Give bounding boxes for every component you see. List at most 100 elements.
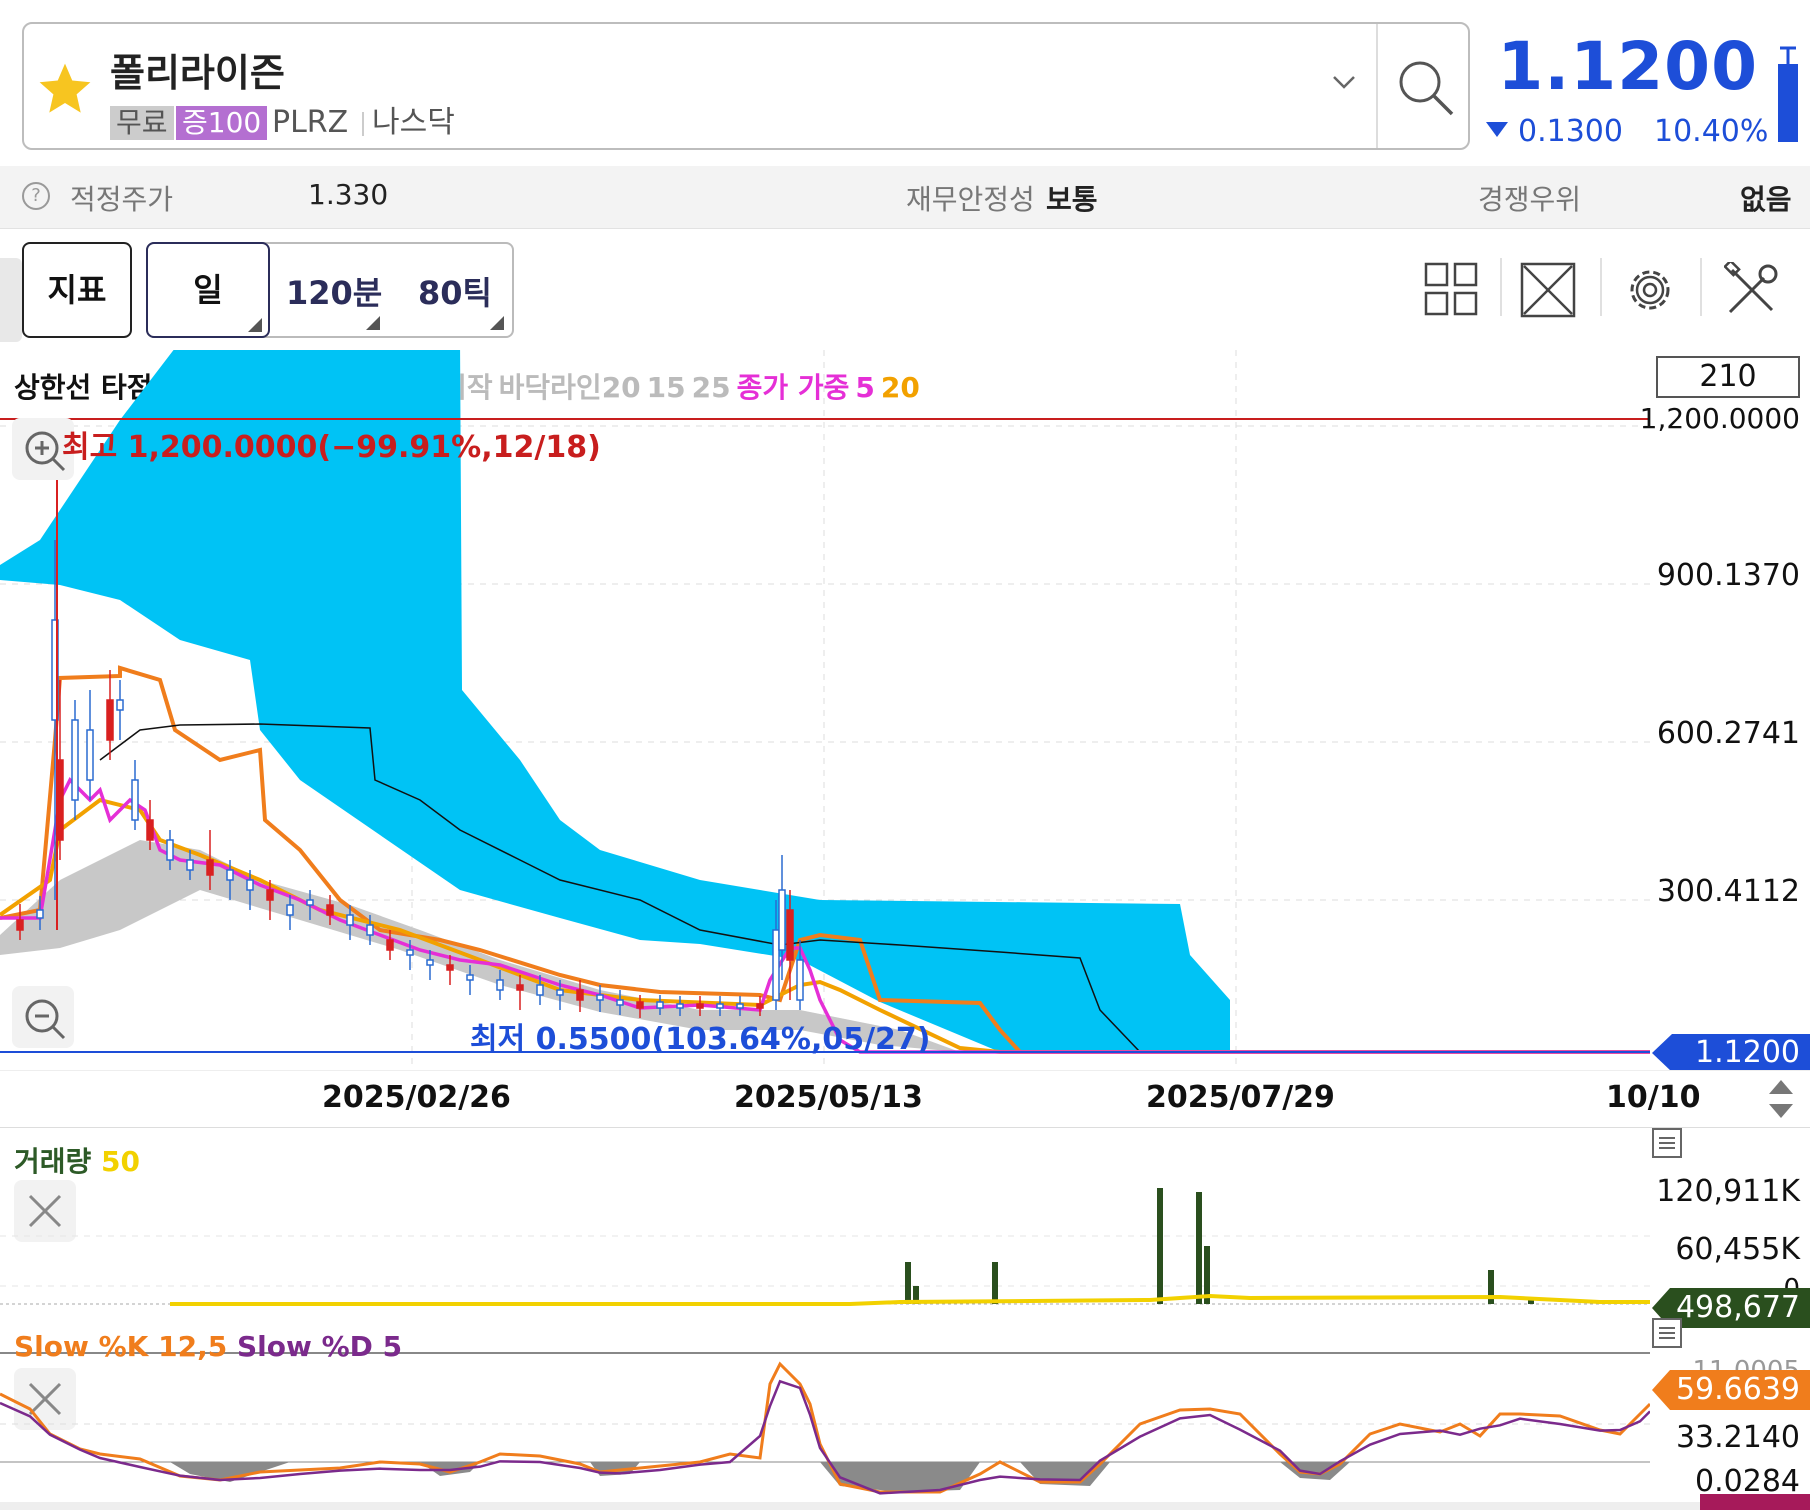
tools-icon[interactable] [1724, 262, 1780, 318]
separator [362, 112, 364, 136]
layout-grid-icon[interactable] [1424, 262, 1478, 316]
candle-body [246, 879, 254, 891]
stochastic-menu-button[interactable] [1652, 1318, 1682, 1348]
volume-bar [905, 1262, 911, 1304]
volume-y-label: 60,455K [1675, 1232, 1800, 1267]
stability-label: 재무안정성 [906, 183, 1035, 216]
stochastic-tag-text: 59.6639 [1675, 1372, 1800, 1407]
candle-body [36, 909, 44, 919]
search-icon[interactable] [1394, 56, 1458, 120]
high-price-label: 최고 1,200.0000(−99.91%,12/18) [62, 430, 601, 465]
ticker-symbol: PLRZ [272, 105, 349, 140]
candle-body [556, 989, 564, 996]
candle-body [286, 904, 294, 916]
date-label: 2025/05/13 [734, 1080, 923, 1115]
candle-body [676, 1003, 684, 1009]
menu-icon [1659, 1327, 1675, 1339]
fair-price-value: 1.330 [308, 178, 389, 211]
low-price-label: 최저 0.5500(103.64%,05/27) [470, 1022, 931, 1057]
volume-bar [1157, 1188, 1163, 1304]
star-icon[interactable] [36, 60, 94, 118]
stability-value: 보통 [1046, 183, 1098, 216]
scroll-arrows-icon[interactable] [1766, 1078, 1796, 1120]
candle-body [446, 964, 454, 971]
candle-body [496, 979, 504, 991]
gear-icon[interactable] [1622, 262, 1678, 318]
candle-body [186, 859, 194, 871]
current-price-tag-text: 1.1200 [1695, 1035, 1800, 1070]
candle-body [636, 1001, 644, 1009]
y-label-high: 1,200.0000 [1639, 402, 1800, 435]
down-arrow-icon [1486, 122, 1508, 137]
period-80tick-button[interactable]: 80틱 [418, 268, 492, 314]
volume-bar [992, 1262, 998, 1304]
dropdown-corner-icon [490, 316, 504, 330]
date-label: 10/10 [1606, 1080, 1701, 1115]
candle-body [406, 949, 414, 956]
dropdown-corner-icon [366, 316, 380, 330]
toolbar-separator [1600, 258, 1602, 316]
volume-tag-text: 498,677 [1675, 1290, 1800, 1325]
price-change: 0.1300 [1518, 114, 1623, 149]
period-120min-button[interactable]: 120분 [286, 268, 382, 314]
date-label: 2025/02/26 [322, 1080, 511, 1115]
toolbar-separator [1500, 258, 1502, 316]
badge-margin: 증100 [176, 106, 268, 140]
toolbar-separator [1700, 258, 1702, 316]
candle-body [616, 999, 624, 1006]
candle-body [71, 719, 79, 801]
chevron-down-icon[interactable] [1330, 72, 1358, 92]
candle-body [576, 989, 584, 1001]
candle-body [206, 859, 214, 876]
candle-body [86, 729, 94, 781]
y-label: 600.2741 [1656, 716, 1800, 751]
competitive-label: 경쟁우위 [1478, 183, 1582, 216]
candle-body [146, 819, 154, 841]
candle-body [346, 914, 354, 926]
side-drawer-handle[interactable] [0, 258, 22, 342]
stochastic-chart[interactable] [0, 1354, 1650, 1504]
competitive-value: 없음 [1740, 183, 1792, 216]
price-range-bar-icon [1778, 46, 1798, 142]
help-icon[interactable]: ? [22, 182, 50, 210]
candle-body [656, 1001, 664, 1009]
candle-body [266, 889, 274, 901]
candle-body [796, 959, 804, 1001]
candle-body [756, 1003, 764, 1009]
current-price: 1.1200 [1497, 28, 1758, 105]
candle-body [106, 699, 114, 741]
y-label: 900.1370 [1656, 558, 1800, 593]
volume-y-label: 120,911K [1656, 1174, 1800, 1209]
candle-body [326, 904, 334, 916]
candle-body [696, 1003, 704, 1009]
scroll-indicator [1700, 1494, 1810, 1510]
price-change-percent: 10.40% [1654, 114, 1769, 149]
date-label: 2025/07/29 [1146, 1080, 1335, 1115]
candle-body [306, 899, 314, 906]
zoom-out-icon [25, 999, 66, 1040]
leading-span-line [0, 665, 1650, 1054]
y-label: 300.4112 [1656, 874, 1800, 909]
moving-average-lines [0, 665, 1650, 1054]
candle-body [778, 889, 786, 951]
fullscreen-icon[interactable] [1520, 262, 1576, 318]
volume-chart[interactable] [0, 1150, 1650, 1310]
stochastic-y-label: 33.2140 [1675, 1420, 1800, 1455]
oversold-fill [820, 1462, 980, 1492]
period-day-label: 일 [193, 271, 223, 309]
stock-name[interactable]: 폴리라이즌 [110, 42, 285, 97]
badge-free: 무료 [110, 106, 174, 140]
fair-price-label: 적정주가 [70, 183, 174, 216]
bottom-bar [0, 1502, 1700, 1510]
candle-body [226, 869, 234, 881]
volume-menu-button[interactable] [1652, 1128, 1682, 1158]
candle-body [516, 984, 524, 991]
slow-d-line [0, 1379, 1650, 1495]
candle-body [716, 1003, 724, 1009]
period-count-box[interactable]: 210 [1656, 356, 1800, 398]
zoom-out-button[interactable] [12, 986, 74, 1048]
divider [1376, 24, 1378, 148]
candle-body [366, 924, 374, 936]
candle-body [16, 919, 24, 931]
indicator-button[interactable]: 지표 [22, 242, 132, 338]
